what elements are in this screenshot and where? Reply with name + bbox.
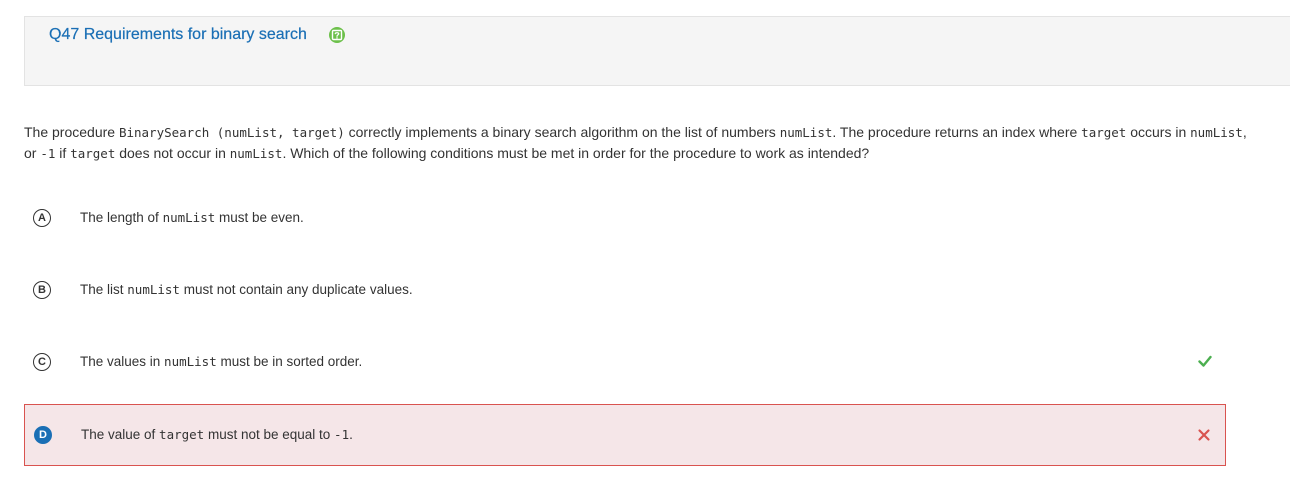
option-letter-badge: C [33,353,51,371]
option-c[interactable]: C The values in numList must be in sorte… [24,332,1226,394]
close-icon [1198,429,1210,441]
question-title[interactable]: Q47 Requirements for binary search [49,26,307,44]
option-d[interactable]: D The value of target must not be equal … [24,404,1226,466]
option-text: The length of numList must be even. [80,210,304,225]
option-letter-badge: A [33,209,51,227]
checkmark-icon [1198,355,1212,367]
option-a[interactable]: A The length of numList must be even. [24,188,1226,250]
option-letter-badge: D [34,426,52,444]
help-icon[interactable] [328,26,346,44]
option-text: The list numList must not contain any du… [80,282,413,297]
question-stem: The procedure BinarySearch (numList, tar… [24,124,1247,161]
option-text: The values in numList must be in sorted … [80,354,363,369]
option-b[interactable]: B The list numList must not contain any … [24,260,1226,322]
option-letter-badge: B [33,281,51,299]
option-text: The value of target must not be equal to… [81,427,353,442]
